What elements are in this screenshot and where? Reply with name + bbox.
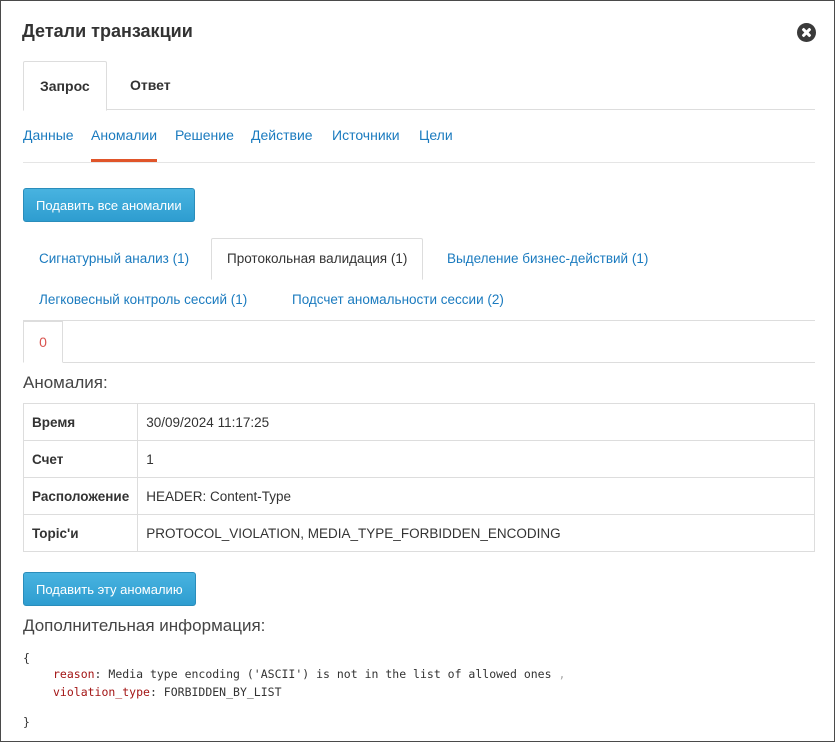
json-value: Media type encoding ('ASCII') is not in … [108,667,552,681]
json-comma: , [551,667,566,681]
row-value: 1 [137,440,815,478]
suppress-all-anomalies-button[interactable]: Подавить все аномалии [23,188,195,222]
table-row: Счет 1 [22,440,815,478]
tab-signature-analysis[interactable]: Сигнатурный анализ (1) [39,251,189,266]
transaction-details-modal: Детали транзакции Запрос Ответ Данные Ан… [0,0,835,742]
modal-title: Детали транзакции [22,21,193,41]
row-key: Время [22,403,139,441]
row-key: Расположение [22,477,139,515]
json-key: violation_type [53,685,150,699]
row-value: PROTOCOL_VIOLATION, MEDIA_TYPE_FORBIDDEN… [137,514,815,552]
table-row: Topic'и PROTOCOL_VIOLATION, MEDIA_TYPE_F… [22,514,815,552]
tab-lightweight-session-control[interactable]: Легковесный контроль сессий (1) [39,292,247,307]
anomaly-index-tabs: 0 [23,321,815,363]
anomaly-details-table: Время 30/09/2024 11:17:25 Счет 1 Располо… [22,403,815,552]
request-response-tabs: Запрос Ответ [23,61,815,111]
json-close-brace: } [23,715,30,729]
row-value: HEADER: Content-Type [137,477,815,515]
tab-anomalies[interactable]: Аномалии [91,127,157,143]
anomaly-type-tabs: Сигнатурный анализ (1) Протокольная вали… [23,238,815,321]
json-sep: : [149,685,164,699]
close-icon[interactable] [797,23,816,42]
tab-session-anomaly-score[interactable]: Подсчет аномальности сессии (2) [292,292,504,307]
tab-protocol-validation[interactable]: Протокольная валидация (1) [211,238,424,280]
row-key: Topic'и [22,514,139,552]
json-field: violation_type: FORBIDDEN_BY_LIST [53,683,282,701]
json-value: FORBIDDEN_BY_LIST [163,685,282,699]
suppress-this-anomaly-button[interactable]: Подавить эту аномалию [23,572,196,606]
tab-request[interactable]: Запрос [23,61,107,111]
json-sep: : [94,667,109,681]
tab-data[interactable]: Данные [23,127,74,143]
row-value: 30/09/2024 11:17:25 [137,403,815,441]
tab-anomaly-0[interactable]: 0 [23,321,63,363]
tab-business-actions[interactable]: Выделение бизнес-действий (1) [447,251,648,266]
json-field: reason: Media type encoding ('ASCII') is… [53,665,565,683]
table-row: Расположение HEADER: Content-Type [22,477,815,515]
anomaly-heading: Аномалия: [23,373,108,392]
table-row: Время 30/09/2024 11:17:25 [22,403,815,441]
tab-targets[interactable]: Цели [419,127,453,143]
active-tab-underline [91,159,157,162]
tab-decision[interactable]: Решение [175,127,234,143]
tab-sources[interactable]: Источники [332,127,400,143]
json-key: reason [53,667,95,681]
section-tabs: Данные Аномалии Решение Действие Источни… [23,119,815,163]
json-open-brace: { [23,651,30,665]
row-key: Счет [22,440,139,478]
tab-response[interactable]: Ответ [114,61,187,110]
tab-action[interactable]: Действие [251,127,313,143]
additional-info-heading: Дополнительная информация: [23,616,266,635]
